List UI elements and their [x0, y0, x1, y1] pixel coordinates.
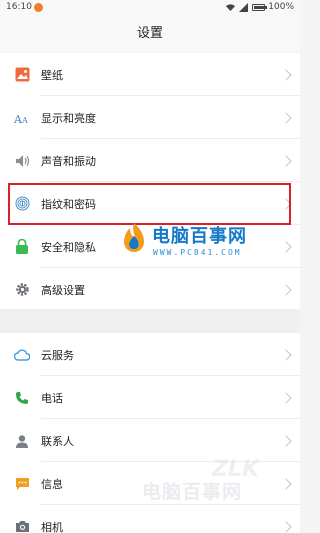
camera-icon — [14, 519, 30, 533]
settings-item-label: 安全和隐私 — [41, 240, 96, 254]
settings-item-messages[interactable]: 信息 — [0, 462, 300, 505]
settings-group-apps: 云服务 电话 联系人 信息 相机 — [0, 333, 300, 533]
wifi-icon — [226, 3, 236, 11]
chevron-right-icon — [280, 240, 292, 253]
font-display-icon: AA — [14, 110, 30, 126]
notification-icon — [34, 3, 43, 12]
settings-item-label: 相机 — [41, 520, 63, 533]
settings-item-wallpaper[interactable]: 壁纸 — [0, 53, 300, 96]
settings-item-label: 云服务 — [41, 348, 74, 362]
chevron-right-icon — [280, 154, 292, 167]
chevron-right-icon — [280, 477, 292, 490]
highlight-box — [8, 183, 291, 225]
contact-icon — [14, 433, 30, 449]
settings-item-camera[interactable]: 相机 — [0, 505, 300, 533]
settings-item-label: 声音和振动 — [41, 154, 96, 168]
cloud-icon — [14, 347, 30, 363]
chevron-right-icon — [280, 434, 292, 447]
gear-icon — [14, 282, 30, 298]
chevron-right-icon — [280, 111, 292, 124]
chevron-right-icon — [280, 68, 292, 81]
settings-item-security[interactable]: 安全和隐私 — [0, 225, 300, 268]
settings-item-display[interactable]: AA 显示和亮度 — [0, 96, 300, 139]
phone-icon — [14, 390, 30, 406]
battery-percent: 100% — [268, 2, 294, 12]
svg-text:A: A — [21, 116, 28, 125]
settings-item-label: 联系人 — [41, 434, 74, 448]
chevron-right-icon — [280, 348, 292, 361]
wallpaper-icon — [14, 67, 30, 83]
settings-item-phone[interactable]: 电话 — [0, 376, 300, 419]
group-separator — [0, 309, 300, 333]
settings-item-advanced[interactable]: 高级设置 — [0, 268, 300, 311]
settings-item-sound[interactable]: 声音和振动 — [0, 139, 300, 182]
settings-item-label: 显示和亮度 — [41, 111, 96, 125]
status-time: 16:10 — [6, 2, 32, 12]
chevron-right-icon — [280, 283, 292, 296]
settings-item-contacts[interactable]: 联系人 — [0, 419, 300, 462]
settings-item-label: 高级设置 — [41, 283, 85, 297]
settings-item-cloud[interactable]: 云服务 — [0, 333, 300, 376]
chevron-right-icon — [280, 391, 292, 404]
status-bar: 16:10 100% — [0, 0, 300, 16]
settings-group-display: 壁纸 AA 显示和亮度 声音和振动 指纹和密码 安全和隐私 高级设置 — [0, 53, 300, 309]
settings-item-label: 信息 — [41, 477, 63, 491]
status-right: 100% — [225, 2, 294, 12]
page-title: 设置 — [0, 16, 300, 52]
settings-item-label: 壁纸 — [41, 68, 63, 82]
signal-icon — [239, 2, 249, 12]
speaker-icon — [14, 153, 30, 169]
message-icon — [14, 476, 30, 492]
settings-item-label: 电话 — [41, 391, 63, 405]
chevron-right-icon — [280, 520, 292, 533]
battery-icon — [252, 3, 268, 11]
shield-icon — [14, 239, 30, 255]
